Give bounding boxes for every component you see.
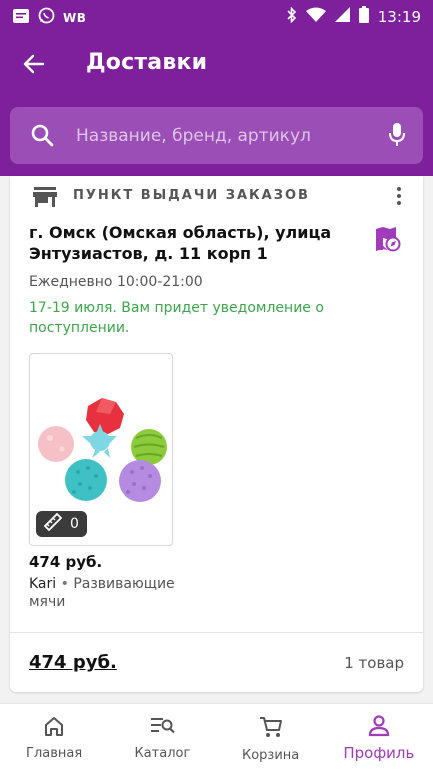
signal-icon (334, 7, 350, 26)
product-thumbnail[interactable]: 0 (29, 353, 173, 546)
size-count: 0 (70, 516, 79, 532)
map-icon[interactable] (375, 226, 401, 256)
search-bar[interactable] (10, 107, 423, 164)
status-bar: WB 13:19 (0, 0, 433, 30)
product-brand: Kari (29, 576, 57, 592)
catalog-search-icon (151, 718, 176, 734)
carrier-label: WB (63, 10, 87, 25)
profile-icon (368, 715, 389, 737)
nav-label-profile: Профиль (343, 744, 415, 762)
delivery-card: ПУНКТ ВЫДАЧИ ЗАКАЗОВ г. Омск (Омская обл… (10, 176, 423, 692)
whatsapp-icon (38, 7, 55, 28)
app-bar: Доставки (0, 30, 433, 96)
search-icon (30, 123, 54, 151)
pickup-hours: Ежедневно 10:00-21:00 (29, 274, 203, 290)
order-total[interactable]: 474 руб. (29, 652, 117, 673)
store-icon (33, 186, 57, 212)
pickup-address: г. Омск (Омская область), улица Энтузиас… (29, 223, 332, 263)
bluetooth-icon (287, 6, 297, 27)
header-background: WB 13:19 Доставки (0, 0, 433, 176)
delivery-note: 17-19 июля. Вам придет уведомление о пос… (29, 300, 324, 336)
product-brand-line: Kari • Развивающие мячи (29, 575, 179, 611)
search-input[interactable] (76, 119, 376, 152)
divider (10, 632, 423, 633)
nav-label-cart: Корзина (241, 748, 300, 763)
bottom-navigation: Главная Каталог Корзина Профиль (0, 703, 433, 770)
wifi-icon (305, 7, 326, 26)
ruler-icon (43, 512, 63, 535)
item-count: 1 товар (344, 654, 404, 672)
back-button[interactable] (16, 46, 52, 82)
battery-icon (358, 6, 369, 27)
nav-item-catalog[interactable]: Каталог (108, 704, 216, 770)
notification-icon (12, 8, 30, 28)
more-options-button[interactable] (387, 184, 411, 208)
page-title: Доставки (86, 50, 208, 75)
product-price: 474 руб. (29, 553, 103, 571)
clock: 13:19 (377, 7, 421, 26)
home-icon (45, 717, 64, 736)
nav-item-cart[interactable]: Корзина (217, 704, 325, 770)
pickup-type-label: ПУНКТ ВЫДАЧИ ЗАКАЗОВ (73, 188, 310, 203)
nav-item-home[interactable]: Главная (0, 704, 108, 770)
microphone-icon[interactable] (389, 122, 405, 152)
brand-separator: • (60, 576, 69, 592)
nav-label-catalog: Каталог (134, 746, 191, 761)
nav-label-home: Главная (26, 746, 83, 761)
arrow-left-icon (23, 54, 45, 74)
more-vertical-icon (397, 187, 401, 191)
cart-icon (259, 717, 282, 737)
nav-item-profile[interactable]: Профиль (325, 704, 433, 770)
size-badge: 0 (36, 511, 87, 537)
